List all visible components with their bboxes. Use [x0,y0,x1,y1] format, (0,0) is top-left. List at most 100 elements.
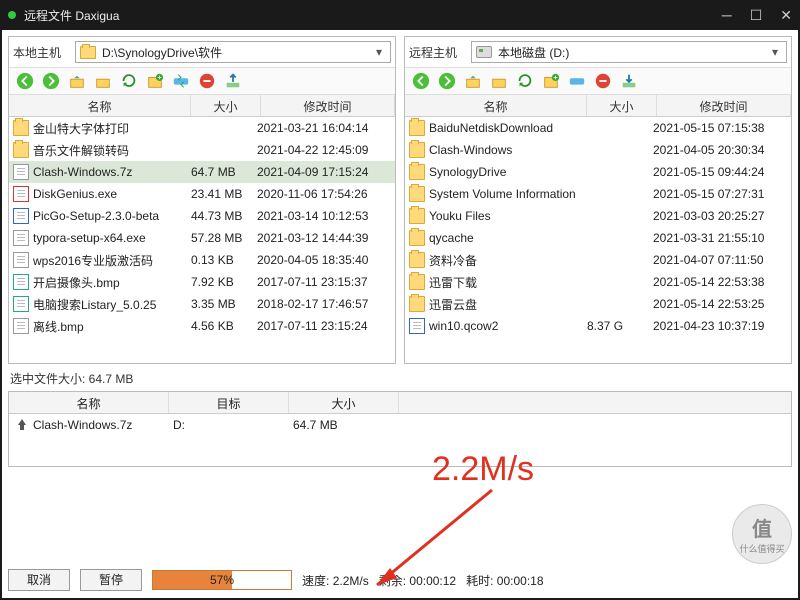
local-pane: 本地主机 D:\SynologyDrive\软件 ▾ [8,36,396,364]
file-date: 2021-03-14 10:12:53 [257,209,391,223]
speed-annotation: 2.2M/s [432,450,534,489]
cancel-button[interactable]: 取消 [8,569,70,591]
file-icon [13,296,29,312]
upload-icon [13,417,29,433]
up-button[interactable] [65,70,89,92]
close-button[interactable]: ✕ [780,7,792,24]
list-item[interactable]: 迅雷云盘2021-05-14 22:53:25 [405,293,791,315]
file-name: PicGo-Setup-2.3.0-beta [33,209,187,223]
col-size[interactable]: 大小 [191,95,261,116]
list-item[interactable]: BaiduNetdiskDownload2021-05-15 07:15:38 [405,117,791,139]
folder-icon [409,186,425,202]
list-item[interactable]: 金山特大字体打印2021-03-21 16:04:14 [9,117,395,139]
local-host-label: 本地主机 [13,44,69,61]
file-date: 2021-04-23 10:37:19 [653,319,787,333]
folder-icon [409,252,425,268]
file-name: 迅雷云盘 [429,296,583,313]
list-item[interactable]: typora-setup-x64.exe57.28 MB2021-03-12 1… [9,227,395,249]
file-icon [13,186,29,202]
queue-row[interactable]: Clash-Windows.7zD:64.7 MB [9,414,791,436]
file-name: win10.qcow2 [429,319,583,333]
up-button[interactable] [461,70,485,92]
file-size: 7.92 KB [187,275,257,289]
queue-name: Clash-Windows.7z [33,418,173,432]
list-item[interactable]: 电脑搜索Listary_5.0.253.35 MB2018-02-17 17:4… [9,293,395,315]
chevron-down-icon: ▾ [768,45,782,59]
col-date[interactable]: 修改时间 [261,95,395,116]
home-button[interactable] [487,70,511,92]
folder-icon [409,274,425,290]
list-item[interactable]: DiskGenius.exe23.41 MB2020-11-06 17:54:2… [9,183,395,205]
list-item[interactable]: qycache2021-03-31 21:55:10 [405,227,791,249]
local-list-header: 名称 大小 修改时间 [9,95,395,117]
back-button[interactable] [13,70,37,92]
folder-icon [409,142,425,158]
col-date[interactable]: 修改时间 [657,95,791,116]
list-item[interactable]: win10.qcow28.37 G2021-04-23 10:37:19 [405,315,791,337]
delete-button[interactable] [195,70,219,92]
file-name: 电脑搜索Listary_5.0.25 [33,296,187,313]
list-item[interactable]: SynologyDrive2021-05-15 09:44:24 [405,161,791,183]
queue-col-dest[interactable]: 目标 [169,392,289,413]
new-button[interactable] [539,70,563,92]
file-date: 2018-02-17 17:46:57 [257,297,391,311]
list-item[interactable]: System Volume Information2021-05-15 07:2… [405,183,791,205]
elapsed-label: 耗时: 00:00:18 [466,572,543,589]
transfer-button[interactable] [565,70,589,92]
file-size: 4.56 KB [187,319,257,333]
file-size: 8.37 G [583,319,653,333]
folder-icon [409,296,425,312]
list-item[interactable]: 开启摄像头.bmp7.92 KB2017-07-11 23:15:37 [9,271,395,293]
minimize-button[interactable]: ─ [722,7,732,24]
window-title: 远程文件 Daxigua [24,7,119,24]
transfer-queue: 名称 目标 大小 Clash-Windows.7zD:64.7 MB [8,391,792,467]
download-button[interactable] [617,70,641,92]
local-file-list[interactable]: 金山特大字体打印2021-03-21 16:04:14音乐文件解锁转码2021-… [9,117,395,363]
list-item[interactable]: wps2016专业版激活码0.13 KB2020-04-05 18:35:40 [9,249,395,271]
file-name: 开启摄像头.bmp [33,274,187,291]
progress-bar: 57% [152,570,292,590]
forward-button[interactable] [435,70,459,92]
file-date: 2020-11-06 17:54:26 [257,187,391,201]
remote-path-combo[interactable]: 本地磁盘 (D:) ▾ [471,41,787,63]
file-name: qycache [429,231,583,245]
queue-col-name[interactable]: 名称 [9,392,169,413]
pause-button[interactable]: 暂停 [80,569,142,591]
file-icon [13,318,29,334]
local-path-text: D:\SynologyDrive\软件 [102,44,222,61]
list-item[interactable]: PicGo-Setup-2.3.0-beta44.73 MB2021-03-14… [9,205,395,227]
list-item[interactable]: 音乐文件解锁转码2021-04-22 12:45:09 [9,139,395,161]
file-name: wps2016专业版激活码 [33,252,187,269]
transfer-button[interactable] [169,70,193,92]
list-item[interactable]: Clash-Windows2021-04-05 20:30:34 [405,139,791,161]
local-toolbar [9,67,395,95]
col-size[interactable]: 大小 [587,95,657,116]
delete-button[interactable] [591,70,615,92]
file-icon [13,274,29,290]
list-item[interactable]: Clash-Windows.7z64.7 MB2021-04-09 17:15:… [9,161,395,183]
progress-text: 57% [153,571,291,589]
file-size: 3.35 MB [187,297,257,311]
file-icon [13,230,29,246]
maximize-button[interactable]: ☐ [750,7,763,24]
list-item[interactable]: 离线.bmp4.56 KB2017-07-11 23:15:24 [9,315,395,337]
selection-size-label: 选中文件大小: 64.7 MB [8,364,792,389]
local-path-combo[interactable]: D:\SynologyDrive\软件 ▾ [75,41,391,63]
remote-list-header: 名称 大小 修改时间 [405,95,791,117]
file-name: typora-setup-x64.exe [33,231,187,245]
list-item[interactable]: 资料冷备2021-04-07 07:11:50 [405,249,791,271]
queue-col-size[interactable]: 大小 [289,392,399,413]
new-button[interactable] [143,70,167,92]
speed-label: 速度: 2.2M/s [302,572,369,589]
back-button[interactable] [409,70,433,92]
col-name[interactable]: 名称 [9,95,191,116]
list-item[interactable]: Youku Files2021-03-03 20:25:27 [405,205,791,227]
upload-button[interactable] [221,70,245,92]
refresh-button[interactable] [513,70,537,92]
list-item[interactable]: 迅雷下载2021-05-14 22:53:38 [405,271,791,293]
home-button[interactable] [91,70,115,92]
remote-file-list[interactable]: BaiduNetdiskDownload2021-05-15 07:15:38C… [405,117,791,363]
refresh-button[interactable] [117,70,141,92]
col-name[interactable]: 名称 [405,95,587,116]
forward-button[interactable] [39,70,63,92]
